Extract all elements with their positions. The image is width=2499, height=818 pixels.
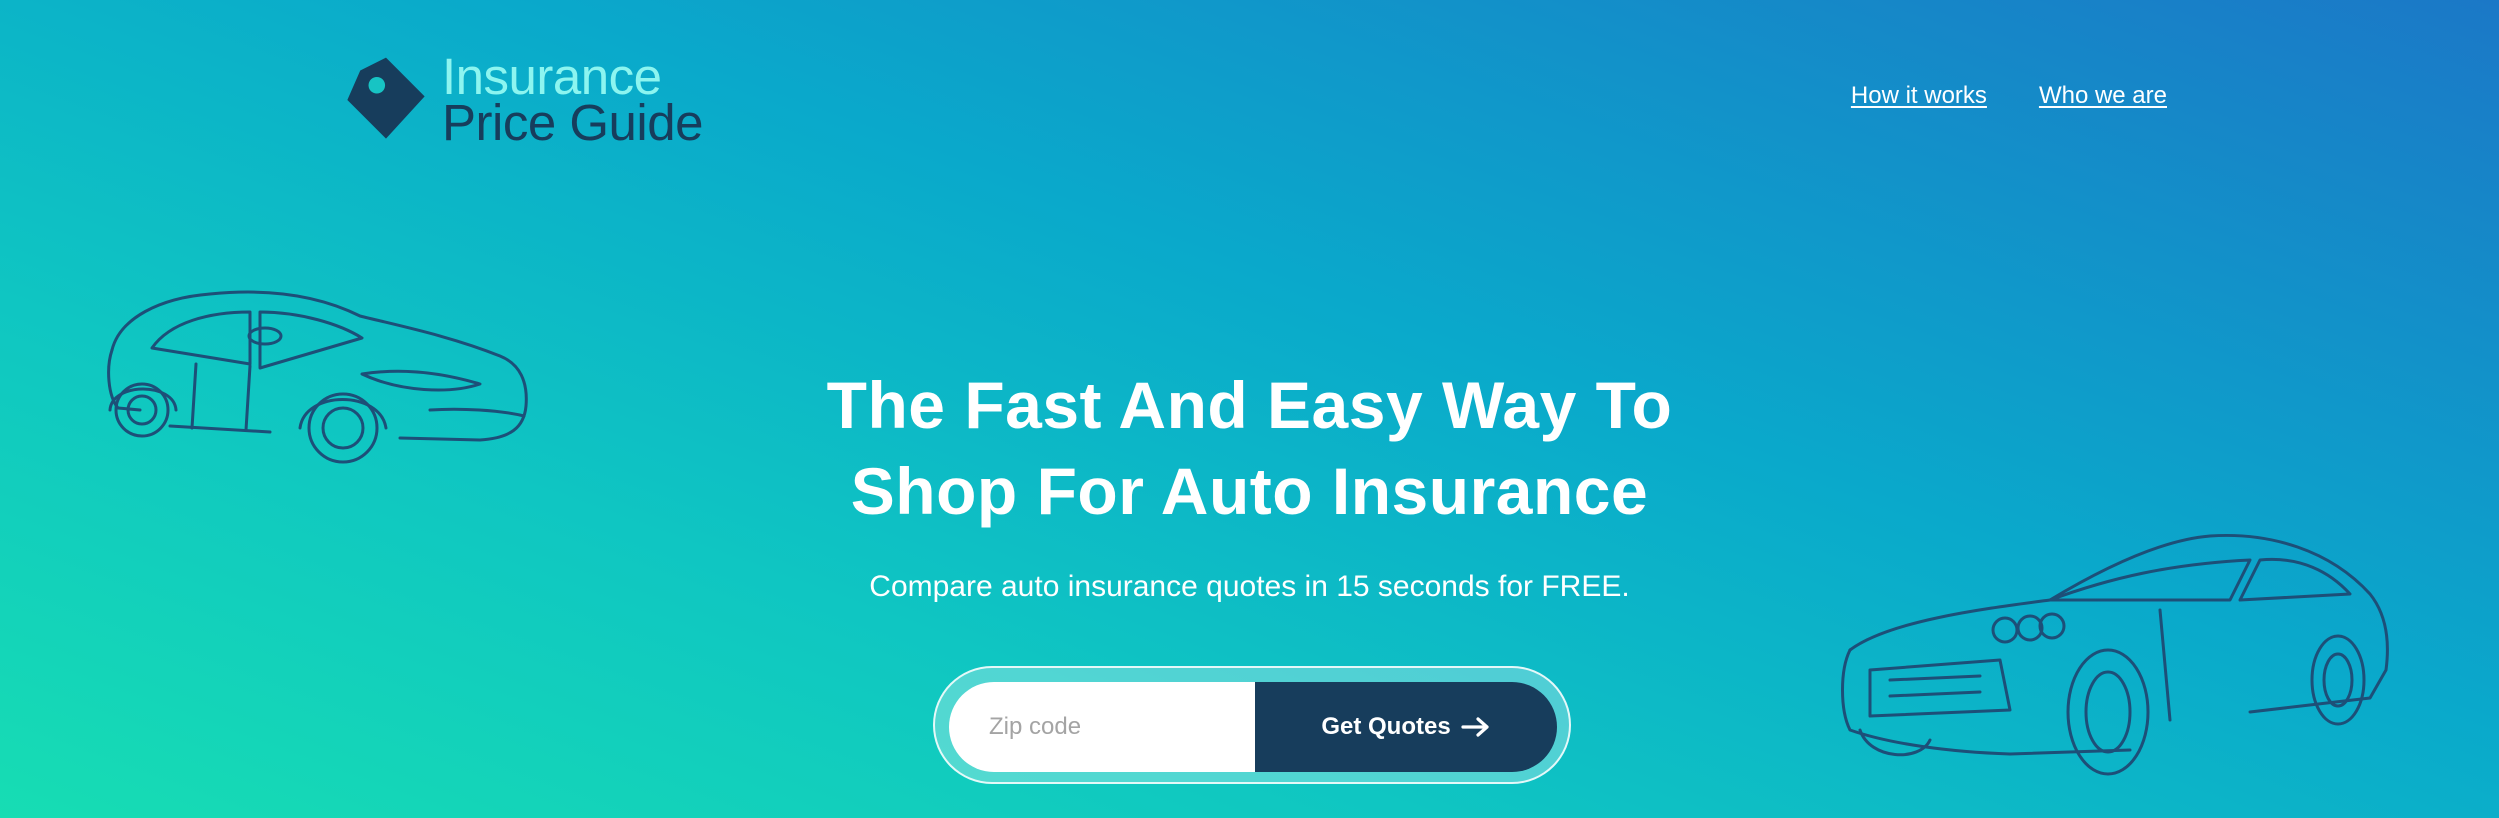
hero-subtitle: Compare auto insurance quotes in 15 seco…	[869, 570, 1630, 603]
nav-link-how-it-works[interactable]: How it works	[1851, 82, 1987, 110]
logo-line-price-guide: Price Guide	[442, 94, 703, 151]
hero-title: The Fast And Easy Way To Shop For Auto I…	[0, 362, 2499, 534]
quote-form: Get Quotes	[933, 666, 1571, 784]
hero-title-line-1: The Fast And Easy Way To	[826, 368, 1673, 442]
get-quotes-label: Get Quotes	[1321, 713, 1451, 740]
zip-code-input[interactable]	[949, 682, 1255, 772]
main-nav: How it works Who we are	[1851, 82, 2167, 110]
nav-link-who-we-are[interactable]: Who we are	[2039, 82, 2167, 110]
hero-title-line-2: Shop For Auto Insurance	[850, 454, 1649, 528]
logo-text: Insurance Price Guide	[442, 51, 703, 151]
arrow-right-icon	[1461, 717, 1489, 737]
get-quotes-button[interactable]: Get Quotes	[1255, 682, 1557, 772]
logo[interactable]: Insurance Price Guide	[340, 50, 703, 150]
price-tag-icon	[347, 57, 425, 139]
muscle-car-outline-icon	[1841, 533, 2389, 776]
